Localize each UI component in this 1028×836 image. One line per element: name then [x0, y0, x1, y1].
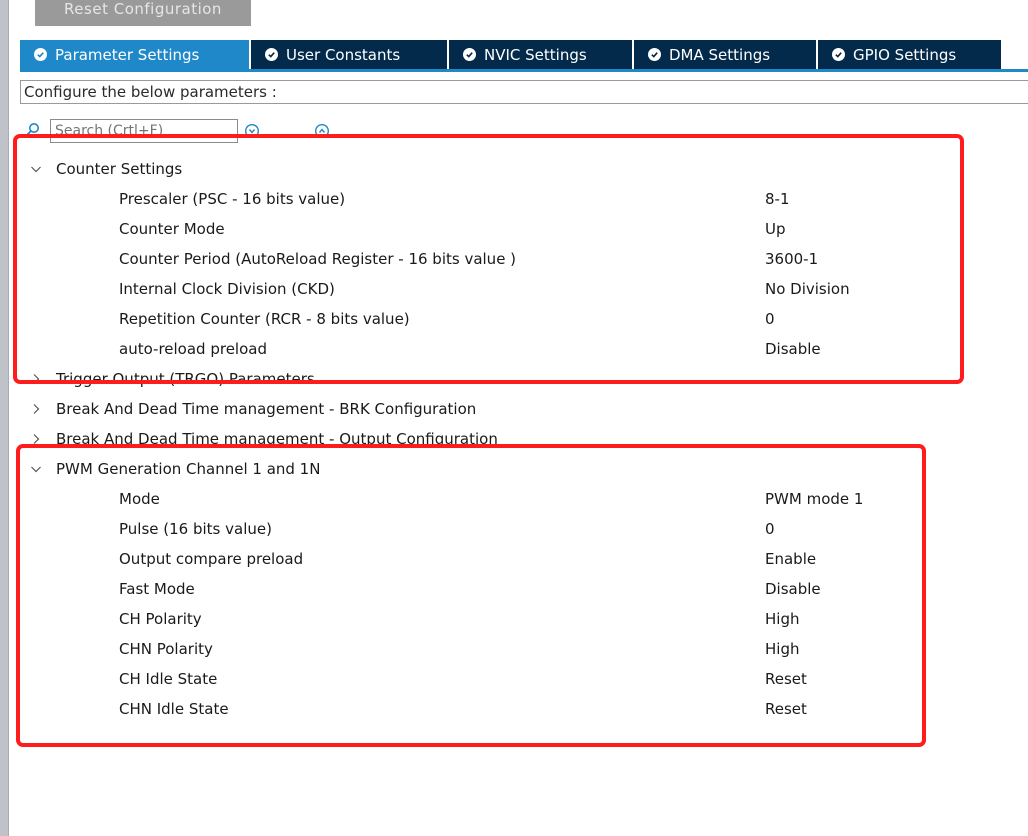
group-label: Break And Dead Time management - Output … — [56, 430, 498, 448]
check-circle-icon — [265, 48, 278, 61]
group-label: Trigger Output (TRGO) Parameters — [56, 370, 315, 388]
param-label: CHN Polarity — [119, 640, 213, 658]
group-pwm-generation[interactable]: PWM Generation Channel 1 and 1N — [30, 454, 1000, 484]
tab-label: Parameter Settings — [55, 45, 200, 64]
param-label: Counter Mode — [119, 220, 225, 238]
param-label: Repetition Counter (RCR - 8 bits value) — [119, 310, 410, 328]
param-row[interactable]: Internal Clock Division (CKD) No Division — [30, 274, 1000, 304]
check-circle-icon — [34, 48, 47, 61]
param-value[interactable]: No Division — [765, 274, 850, 304]
expand-all-icon[interactable] — [244, 123, 260, 139]
tab-bar: Parameter Settings User Constants NVIC S… — [20, 40, 1028, 72]
param-row[interactable]: CH Polarity High — [30, 604, 1000, 634]
param-row[interactable]: CHN Polarity High — [30, 634, 1000, 664]
param-label: Mode — [119, 490, 160, 508]
group-trigger-output[interactable]: Trigger Output (TRGO) Parameters — [30, 364, 1000, 394]
tab-dma-settings[interactable]: DMA Settings — [634, 40, 817, 69]
tab-label: User Constants — [286, 45, 401, 64]
param-label: Counter Period (AutoReload Register - 16… — [119, 250, 517, 268]
param-label: auto-reload preload — [119, 340, 267, 358]
param-value[interactable]: Reset — [765, 664, 807, 694]
tab-label: GPIO Settings — [853, 45, 957, 64]
param-label: Prescaler (PSC - 16 bits value) — [119, 190, 346, 208]
group-label: PWM Generation Channel 1 and 1N — [56, 460, 321, 478]
configure-label: Configure the below parameters : — [20, 80, 1028, 104]
param-value[interactable]: PWM mode 1 — [765, 484, 863, 514]
param-value[interactable]: Up — [765, 214, 786, 244]
reset-configuration-button[interactable]: Reset Configuration — [35, 0, 251, 26]
param-row[interactable]: Repetition Counter (RCR - 8 bits value) 0 — [30, 304, 1000, 334]
tab-label: DMA Settings — [669, 45, 771, 64]
tab-nvic-settings[interactable]: NVIC Settings — [449, 40, 633, 69]
search-row — [24, 118, 424, 144]
param-value[interactable]: Disable — [765, 334, 821, 364]
param-value[interactable]: Reset — [765, 694, 807, 724]
group-label: Break And Dead Time management - BRK Con… — [56, 400, 477, 418]
tab-label: NVIC Settings — [484, 45, 587, 64]
search-icon — [26, 123, 39, 136]
left-panel-edge — [0, 0, 9, 836]
check-circle-icon — [832, 48, 845, 61]
chevron-right-icon — [33, 374, 40, 384]
param-row[interactable]: Pulse (16 bits value) 0 — [30, 514, 1000, 544]
param-value[interactable]: Enable — [765, 544, 816, 574]
param-value[interactable]: High — [765, 604, 799, 634]
param-row[interactable]: Output compare preload Enable — [30, 544, 1000, 574]
param-value[interactable]: Disable — [765, 574, 821, 604]
param-row[interactable]: CH Idle State Reset — [30, 664, 1000, 694]
chevron-right-icon — [33, 404, 40, 414]
param-label: Pulse (16 bits value) — [119, 520, 272, 538]
param-row[interactable]: Mode PWM mode 1 — [30, 484, 1000, 514]
param-row[interactable]: auto-reload preload Disable — [30, 334, 1000, 364]
param-label: Fast Mode — [119, 580, 195, 598]
group-label: Counter Settings — [56, 160, 183, 178]
param-label: Internal Clock Division (CKD) — [119, 280, 335, 298]
param-value[interactable]: 3600-1 — [765, 244, 818, 274]
param-label: CH Polarity — [119, 610, 202, 628]
chevron-down-icon — [31, 166, 41, 173]
param-row[interactable]: Counter Mode Up — [30, 214, 1000, 244]
param-label: CHN Idle State — [119, 700, 229, 718]
search-input[interactable] — [50, 119, 238, 143]
param-label: CH Idle State — [119, 670, 218, 688]
chevron-right-icon — [33, 434, 40, 444]
group-counter-settings[interactable]: Counter Settings — [30, 154, 1000, 184]
tab-user-constants[interactable]: User Constants — [251, 40, 448, 69]
tab-parameter-settings[interactable]: Parameter Settings — [20, 40, 250, 69]
param-value[interactable]: 0 — [765, 304, 775, 334]
chevron-down-icon — [31, 466, 41, 473]
param-value[interactable]: 0 — [765, 514, 775, 544]
group-output-configuration[interactable]: Break And Dead Time management - Output … — [30, 424, 1000, 454]
param-row[interactable]: Fast Mode Disable — [30, 574, 1000, 604]
tab-gpio-settings[interactable]: GPIO Settings — [818, 40, 1002, 69]
collapse-all-icon[interactable] — [314, 123, 330, 139]
group-brk-configuration[interactable]: Break And Dead Time management - BRK Con… — [30, 394, 1000, 424]
param-value[interactable]: High — [765, 634, 799, 664]
param-row[interactable]: CHN Idle State Reset — [30, 694, 1000, 724]
check-circle-icon — [463, 48, 476, 61]
param-row[interactable]: Prescaler (PSC - 16 bits value) 8-1 — [30, 184, 1000, 214]
param-label: Output compare preload — [119, 550, 304, 568]
check-circle-icon — [648, 48, 661, 61]
param-row[interactable]: Counter Period (AutoReload Register - 16… — [30, 244, 1000, 274]
param-value[interactable]: 8-1 — [765, 184, 790, 214]
